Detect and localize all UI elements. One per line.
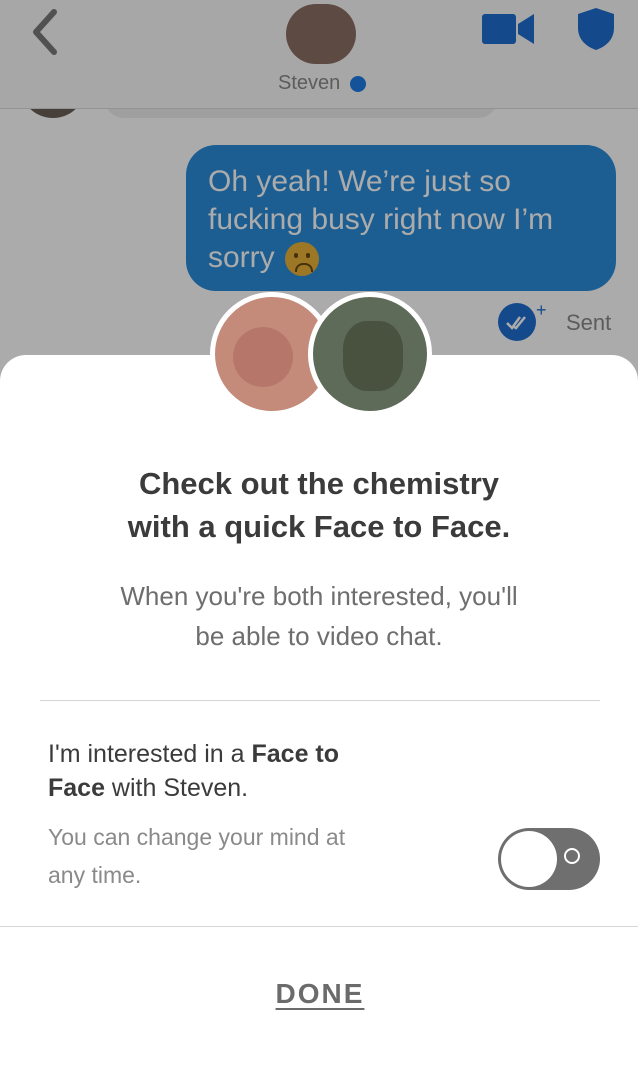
done-button[interactable]: DONE: [220, 978, 420, 1010]
sheet-title: Check out the chemistry with a quick Face…: [127, 466, 511, 544]
divider: [40, 700, 600, 701]
match-avatar-large: [308, 292, 432, 416]
avatar-pair: [210, 292, 432, 420]
toggle-knob: [501, 831, 557, 887]
divider: [0, 926, 638, 927]
interest-note: You can change your mind at any time.: [48, 824, 346, 888]
interest-label: I'm interested in a Face to Face with Ste…: [48, 740, 340, 802]
face-to-face-toggle[interactable]: [498, 828, 600, 890]
sheet-subtitle: When you're both interested, you'll be ab…: [120, 581, 518, 651]
toggle-off-icon: [564, 848, 580, 864]
